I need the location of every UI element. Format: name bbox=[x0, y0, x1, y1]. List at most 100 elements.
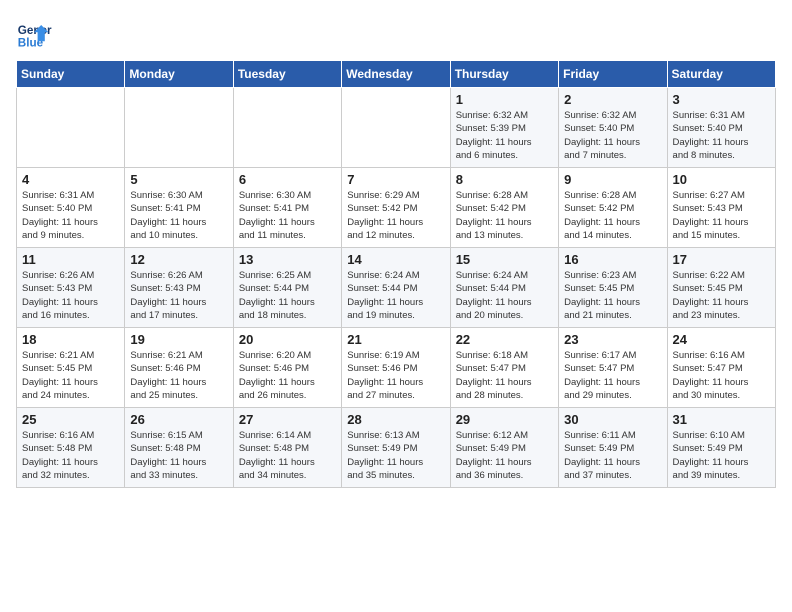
week-row-3: 11 Sunrise: 6:26 AM Sunset: 5:43 PM Dayli… bbox=[17, 248, 776, 328]
day-cell: 3Sunrise: 6:31 AM Sunset: 5:40 PM Daylig… bbox=[667, 88, 775, 168]
header-saturday: Saturday bbox=[667, 61, 775, 88]
day-number: 7 bbox=[347, 172, 444, 187]
day-info: Sunrise: 6:30 AM Sunset: 5:41 PM Dayligh… bbox=[130, 189, 227, 242]
day-info: Sunrise: 6:29 AM Sunset: 5:42 PM Dayligh… bbox=[347, 189, 444, 242]
day-cell: 11 Sunrise: 6:26 AM Sunset: 5:43 PM Dayli… bbox=[17, 248, 125, 328]
day-info: Sunrise: 6:16 AM Sunset: 5:47 PM Dayligh… bbox=[673, 349, 770, 402]
day-number: 4 bbox=[22, 172, 119, 187]
day-info: Sunrise: 6:16 AM Sunset: 5:48 PM Dayligh… bbox=[22, 429, 119, 482]
day-cell: 22Sunrise: 6:18 AM Sunset: 5:47 PM Dayli… bbox=[450, 328, 558, 408]
day-cell: 17 Sunrise: 6:22 AM Sunset: 5:45 PM Dayli… bbox=[667, 248, 775, 328]
day-number: 1 bbox=[456, 92, 553, 107]
day-info: Sunrise: 6:12 AM Sunset: 5:49 PM Dayligh… bbox=[456, 429, 553, 482]
day-info: Sunrise: 6:31 AM Sunset: 5:40 PM Dayligh… bbox=[22, 189, 119, 242]
day-cell: 4 Sunrise: 6:31 AM Sunset: 5:40 PM Daylig… bbox=[17, 168, 125, 248]
calendar-table: SundayMondayTuesdayWednesdayThursdayFrid… bbox=[16, 60, 776, 488]
day-number: 8 bbox=[456, 172, 553, 187]
day-cell: 8 Sunrise: 6:28 AM Sunset: 5:42 PM Daylig… bbox=[450, 168, 558, 248]
header-sunday: Sunday bbox=[17, 61, 125, 88]
day-cell: 10 Sunrise: 6:27 AM Sunset: 5:43 PM Dayli… bbox=[667, 168, 775, 248]
day-info: Sunrise: 6:25 AM Sunset: 5:44 PM Dayligh… bbox=[239, 269, 336, 322]
day-number: 23 bbox=[564, 332, 661, 347]
header-tuesday: Tuesday bbox=[233, 61, 341, 88]
day-info: Sunrise: 6:23 AM Sunset: 5:45 PM Dayligh… bbox=[564, 269, 661, 322]
day-cell: 7 Sunrise: 6:29 AM Sunset: 5:42 PM Daylig… bbox=[342, 168, 450, 248]
day-cell: 6 Sunrise: 6:30 AM Sunset: 5:41 PM Daylig… bbox=[233, 168, 341, 248]
day-info: Sunrise: 6:10 AM Sunset: 5:49 PM Dayligh… bbox=[673, 429, 770, 482]
day-info: Sunrise: 6:24 AM Sunset: 5:44 PM Dayligh… bbox=[347, 269, 444, 322]
header-friday: Friday bbox=[559, 61, 667, 88]
day-cell bbox=[17, 88, 125, 168]
day-cell: 19 Sunrise: 6:21 AM Sunset: 5:46 PM Dayli… bbox=[125, 328, 233, 408]
day-cell: 13Sunrise: 6:25 AM Sunset: 5:44 PM Dayli… bbox=[233, 248, 341, 328]
day-number: 21 bbox=[347, 332, 444, 347]
day-info: Sunrise: 6:21 AM Sunset: 5:46 PM Dayligh… bbox=[130, 349, 227, 402]
day-info: Sunrise: 6:27 AM Sunset: 5:43 PM Dayligh… bbox=[673, 189, 770, 242]
day-number: 20 bbox=[239, 332, 336, 347]
day-cell: 25 Sunrise: 6:16 AM Sunset: 5:48 PM Dayli… bbox=[17, 408, 125, 488]
day-number: 24 bbox=[673, 332, 770, 347]
week-row-2: 4 Sunrise: 6:31 AM Sunset: 5:40 PM Daylig… bbox=[17, 168, 776, 248]
day-cell: 27Sunrise: 6:14 AM Sunset: 5:48 PM Dayli… bbox=[233, 408, 341, 488]
logo-icon: General Blue bbox=[16, 16, 52, 52]
day-cell: 5 Sunrise: 6:30 AM Sunset: 5:41 PM Daylig… bbox=[125, 168, 233, 248]
day-info: Sunrise: 6:18 AM Sunset: 5:47 PM Dayligh… bbox=[456, 349, 553, 402]
calendar-header-row: SundayMondayTuesdayWednesdayThursdayFrid… bbox=[17, 61, 776, 88]
day-info: Sunrise: 6:21 AM Sunset: 5:45 PM Dayligh… bbox=[22, 349, 119, 402]
day-number: 29 bbox=[456, 412, 553, 427]
day-number: 17 bbox=[673, 252, 770, 267]
day-info: Sunrise: 6:32 AM Sunset: 5:39 PM Dayligh… bbox=[456, 109, 553, 162]
day-cell: 16Sunrise: 6:23 AM Sunset: 5:45 PM Dayli… bbox=[559, 248, 667, 328]
header-thursday: Thursday bbox=[450, 61, 558, 88]
day-number: 5 bbox=[130, 172, 227, 187]
day-number: 25 bbox=[22, 412, 119, 427]
day-number: 15 bbox=[456, 252, 553, 267]
day-cell bbox=[233, 88, 341, 168]
day-cell: 29 Sunrise: 6:12 AM Sunset: 5:49 PM Dayli… bbox=[450, 408, 558, 488]
day-info: Sunrise: 6:11 AM Sunset: 5:49 PM Dayligh… bbox=[564, 429, 661, 482]
week-row-1: 1 Sunrise: 6:32 AM Sunset: 5:39 PM Daylig… bbox=[17, 88, 776, 168]
day-cell: 23 Sunrise: 6:17 AM Sunset: 5:47 PM Dayli… bbox=[559, 328, 667, 408]
day-info: Sunrise: 6:20 AM Sunset: 5:46 PM Dayligh… bbox=[239, 349, 336, 402]
day-cell: 18Sunrise: 6:21 AM Sunset: 5:45 PM Dayli… bbox=[17, 328, 125, 408]
day-info: Sunrise: 6:15 AM Sunset: 5:48 PM Dayligh… bbox=[130, 429, 227, 482]
day-info: Sunrise: 6:28 AM Sunset: 5:42 PM Dayligh… bbox=[564, 189, 661, 242]
day-info: Sunrise: 6:14 AM Sunset: 5:48 PM Dayligh… bbox=[239, 429, 336, 482]
day-cell: 24 Sunrise: 6:16 AM Sunset: 5:47 PM Dayli… bbox=[667, 328, 775, 408]
logo: General Blue bbox=[16, 16, 52, 52]
day-info: Sunrise: 6:17 AM Sunset: 5:47 PM Dayligh… bbox=[564, 349, 661, 402]
day-number: 12 bbox=[130, 252, 227, 267]
header-monday: Monday bbox=[125, 61, 233, 88]
day-cell: 20 Sunrise: 6:20 AM Sunset: 5:46 PM Dayli… bbox=[233, 328, 341, 408]
page-header: General Blue bbox=[16, 16, 776, 52]
day-number: 2 bbox=[564, 92, 661, 107]
day-number: 28 bbox=[347, 412, 444, 427]
day-info: Sunrise: 6:24 AM Sunset: 5:44 PM Dayligh… bbox=[456, 269, 553, 322]
svg-text:General: General bbox=[18, 24, 52, 37]
day-cell: 9 Sunrise: 6:28 AM Sunset: 5:42 PM Daylig… bbox=[559, 168, 667, 248]
day-number: 30 bbox=[564, 412, 661, 427]
day-cell: 1 Sunrise: 6:32 AM Sunset: 5:39 PM Daylig… bbox=[450, 88, 558, 168]
day-info: Sunrise: 6:30 AM Sunset: 5:41 PM Dayligh… bbox=[239, 189, 336, 242]
day-info: Sunrise: 6:26 AM Sunset: 5:43 PM Dayligh… bbox=[22, 269, 119, 322]
day-cell: 28Sunrise: 6:13 AM Sunset: 5:49 PM Dayli… bbox=[342, 408, 450, 488]
day-cell: 21 Sunrise: 6:19 AM Sunset: 5:46 PM Dayli… bbox=[342, 328, 450, 408]
day-number: 6 bbox=[239, 172, 336, 187]
day-info: Sunrise: 6:28 AM Sunset: 5:42 PM Dayligh… bbox=[456, 189, 553, 242]
day-cell: 2 Sunrise: 6:32 AM Sunset: 5:40 PM Daylig… bbox=[559, 88, 667, 168]
day-info: Sunrise: 6:19 AM Sunset: 5:46 PM Dayligh… bbox=[347, 349, 444, 402]
week-row-5: 25 Sunrise: 6:16 AM Sunset: 5:48 PM Dayli… bbox=[17, 408, 776, 488]
day-cell: 30 Sunrise: 6:11 AM Sunset: 5:49 PM Dayli… bbox=[559, 408, 667, 488]
day-cell: 26 Sunrise: 6:15 AM Sunset: 5:48 PM Dayli… bbox=[125, 408, 233, 488]
day-number: 11 bbox=[22, 252, 119, 267]
day-cell: 15 Sunrise: 6:24 AM Sunset: 5:44 PM Dayli… bbox=[450, 248, 558, 328]
day-cell: 14 Sunrise: 6:24 AM Sunset: 5:44 PM Dayli… bbox=[342, 248, 450, 328]
day-cell: 12Sunrise: 6:26 AM Sunset: 5:43 PM Dayli… bbox=[125, 248, 233, 328]
day-info: Sunrise: 6:22 AM Sunset: 5:45 PM Dayligh… bbox=[673, 269, 770, 322]
day-number: 14 bbox=[347, 252, 444, 267]
day-number: 9 bbox=[564, 172, 661, 187]
day-number: 19 bbox=[130, 332, 227, 347]
day-number: 26 bbox=[130, 412, 227, 427]
day-number: 10 bbox=[673, 172, 770, 187]
day-info: Sunrise: 6:32 AM Sunset: 5:40 PM Dayligh… bbox=[564, 109, 661, 162]
